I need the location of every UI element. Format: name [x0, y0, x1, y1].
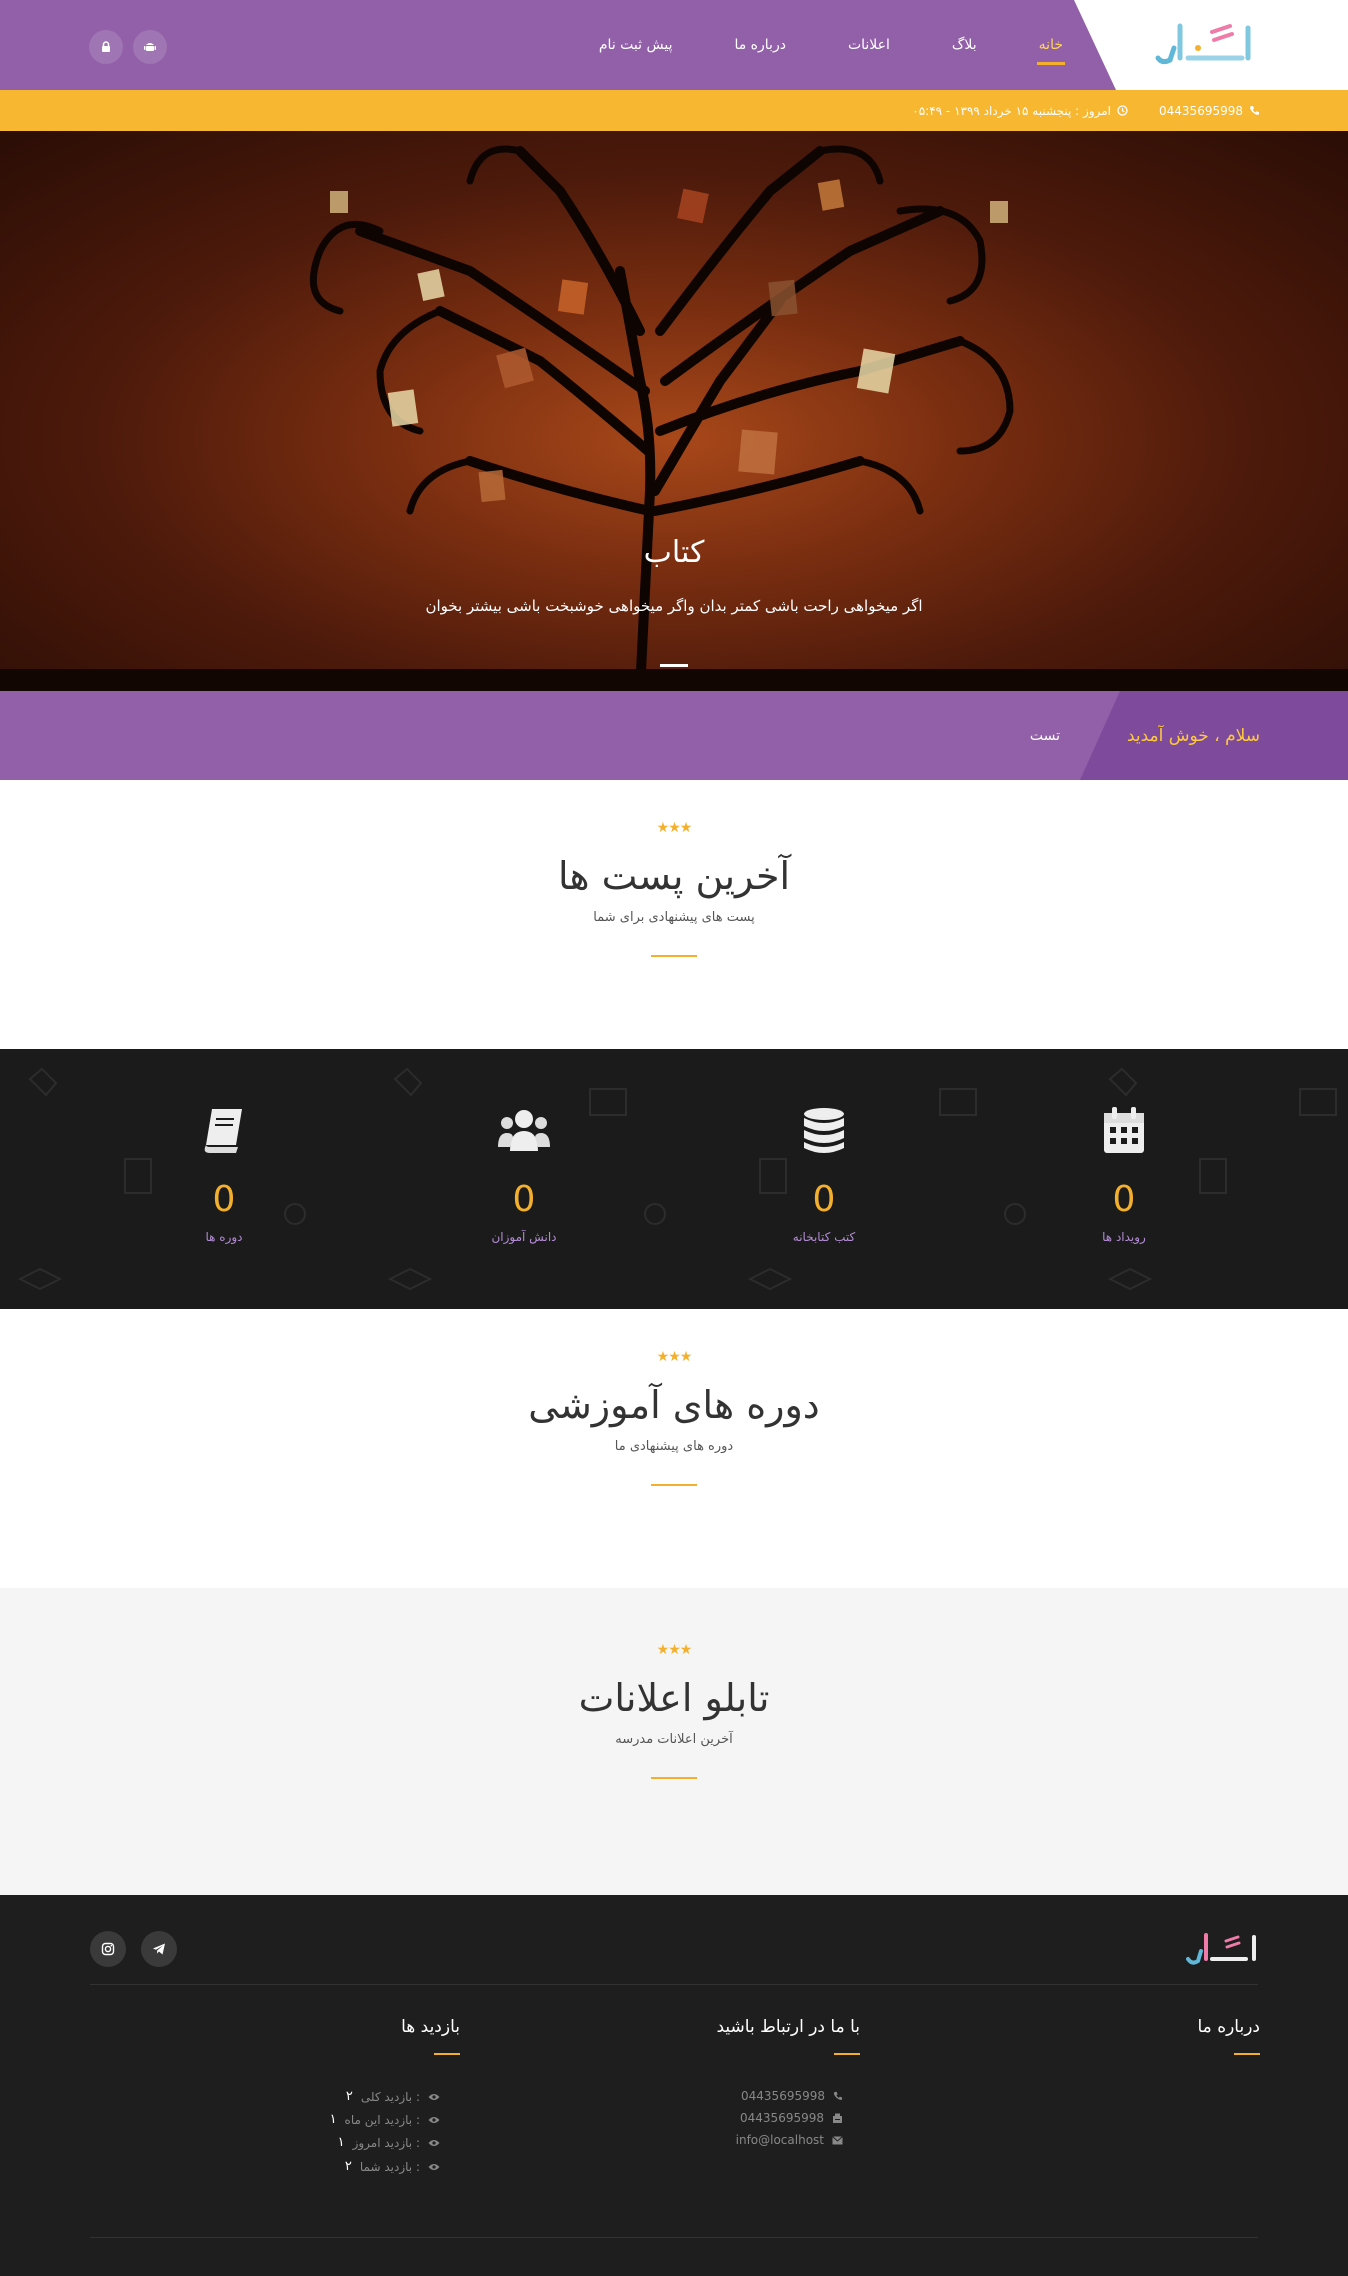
logo-area [1074, 0, 1348, 90]
telegram-icon [153, 1943, 165, 1955]
contact-phone: 04435695998 [741, 2089, 843, 2103]
eye-icon [428, 2116, 440, 2123]
nav-notices[interactable]: اعلانات [848, 37, 890, 53]
stat-label[interactable]: دانش آموزان [424, 1230, 624, 1244]
instagram-icon [101, 1942, 115, 1956]
news-ticker[interactable]: تست [1030, 691, 1060, 780]
phone-number: 04435695998 [1159, 103, 1243, 118]
footer-bottom-divider [90, 2237, 1258, 2238]
nav-home[interactable]: خانه [1036, 37, 1066, 65]
stars-icon: ★★★ [656, 820, 693, 836]
visit-value: ۱ [337, 2135, 345, 2150]
header: خانه بلاگ اعلانات درباره ما پیش ثبت نام [0, 0, 1348, 90]
calendar-icon [1104, 1107, 1144, 1153]
about-underline [1234, 2053, 1260, 2055]
section-divider [651, 1777, 697, 1779]
visit-total: ۲ بازدید کلی : [346, 2089, 440, 2104]
hero-title: کتاب [643, 535, 705, 570]
section-subtitle: آخرین اعلانات مدرسه [615, 1732, 733, 1747]
phone-icon [833, 2091, 843, 2100]
phone-info: 04435695998 [1159, 90, 1260, 131]
stat-value: 0 [812, 1179, 836, 1220]
contact-fax: 04435695998 [740, 2111, 843, 2125]
nav-blog[interactable]: بلاگ [952, 37, 977, 53]
instagram-button[interactable] [90, 1931, 126, 1967]
contact-email: info@localhost [736, 2133, 843, 2147]
nav-preregister[interactable]: پیش ثبت نام [599, 37, 673, 53]
contact-title: با ما در ارتباط باشید [716, 2017, 861, 2037]
welcome-greeting: سلام ، خوش آمدید [1126, 725, 1260, 746]
contact-email-value[interactable]: info@localhost [736, 2133, 824, 2147]
stat-label[interactable]: کتب کتابخانه [724, 1230, 924, 1244]
hero-slider[interactable]: کتاب اگر میخواهی راحت باشی کمتر بدان واگ… [0, 131, 1348, 691]
eye-icon [428, 2163, 440, 2170]
phone-icon [1250, 106, 1259, 115]
date-info: امروز : پنجشنبه ۱۵ خرداد ۱۳۹۹ - ۰۵:۴۹ [912, 90, 1128, 131]
contact-underline [834, 2053, 860, 2055]
visit-value: ۱ [329, 2112, 337, 2127]
visit-label: بازدید امروز : [352, 2135, 420, 2150]
visit-label: بازدید این ماه : [344, 2112, 420, 2127]
database-icon [804, 1108, 844, 1153]
main-nav: خانه بلاگ اعلانات درباره ما پیش ثبت نام [599, 0, 1066, 90]
login-button[interactable] [89, 30, 123, 64]
section-divider [651, 1484, 697, 1486]
contact-fax-value[interactable]: 04435695998 [740, 2111, 824, 2125]
footer-logo[interactable] [1184, 1929, 1260, 1969]
stat-events: 0 رویداد ها [1024, 1107, 1224, 1244]
slider-indicator[interactable] [660, 664, 688, 667]
stat-label[interactable]: دوره ها [124, 1230, 324, 1244]
android-button[interactable] [133, 30, 167, 64]
stats-section: 0 رویداد ها 0 کتب کتابخانه 0 دانش آموزان… [0, 1049, 1348, 1309]
visit-value: ۲ [345, 2089, 353, 2104]
visit-label: بازدید شما : [359, 2159, 420, 2174]
visit-today: ۱ بازدید امروز : [338, 2135, 440, 2150]
visit-yours: ۲ بازدید شما : [345, 2159, 440, 2174]
about-title: درباره ما [1197, 2017, 1261, 2037]
stars-icon: ★★★ [656, 1349, 693, 1365]
stat-library: 0 کتب کتابخانه [724, 1107, 924, 1244]
stat-value: 0 [1112, 1179, 1136, 1220]
nav-about[interactable]: درباره ما [734, 37, 785, 53]
notice-board-section: ★★★ تابلو اعلانات آخرین اعلانات مدرسه [0, 1642, 1348, 1779]
eye-icon [428, 2093, 440, 2100]
stat-value: 0 [512, 1179, 536, 1220]
section-title: آخرین پست ها [557, 854, 791, 898]
lock-icon [102, 41, 110, 52]
book-icon [204, 1109, 242, 1153]
eye-icon [428, 2139, 440, 2146]
contact-phone-value[interactable]: 04435695998 [741, 2089, 825, 2103]
stat-courses: 0 دوره ها [124, 1107, 324, 1244]
visit-value: ۲ [344, 2159, 352, 2174]
fax-icon [833, 2113, 842, 2123]
latest-posts-section: ★★★ آخرین پست ها پست های پیشنهادی برای ش… [0, 820, 1348, 957]
stat-label[interactable]: رویداد ها [1024, 1230, 1224, 1244]
section-title: تابلو اعلانات [578, 1676, 770, 1720]
stat-value: 0 [212, 1179, 236, 1220]
logo[interactable] [1152, 18, 1260, 70]
section-subtitle: دوره های پیشنهادی ما [614, 1439, 734, 1454]
visit-label: بازدید کلی : [360, 2089, 420, 2104]
visits-title: بازدید ها [401, 2017, 460, 2037]
stars-icon: ★★★ [656, 1642, 693, 1658]
info-bar: 04435695998 امروز : پنجشنبه ۱۵ خرداد ۱۳۹… [0, 90, 1348, 131]
footer: درباره ما با ما در ارتباط باشید 04435695… [0, 1895, 1348, 2276]
section-divider [651, 955, 697, 957]
footer-divider [90, 1984, 1258, 1985]
visits-underline [434, 2053, 460, 2055]
clock-icon [1117, 105, 1128, 116]
stat-students: 0 دانش آموزان [424, 1107, 624, 1244]
android-icon [144, 43, 156, 51]
hero-subtitle: اگر میخواهی راحت باشی کمتر بدان واگر میخ… [425, 597, 923, 615]
section-subtitle: پست های پیشنهادی برای شما [593, 910, 755, 925]
section-title: دوره های آموزشی [528, 1383, 820, 1427]
courses-section: ★★★ دوره های آموزشی دوره های پیشنهادی ما [0, 1349, 1348, 1486]
visit-month: ۱ بازدید این ماه : [330, 2112, 440, 2127]
telegram-button[interactable] [141, 1931, 177, 1967]
welcome-bar: سلام ، خوش آمدید تست [0, 691, 1348, 780]
date-text: امروز : پنجشنبه ۱۵ خرداد ۱۳۹۹ - ۰۵:۴۹ [912, 103, 1111, 118]
users-icon [498, 1110, 550, 1151]
envelope-icon [832, 2135, 843, 2144]
